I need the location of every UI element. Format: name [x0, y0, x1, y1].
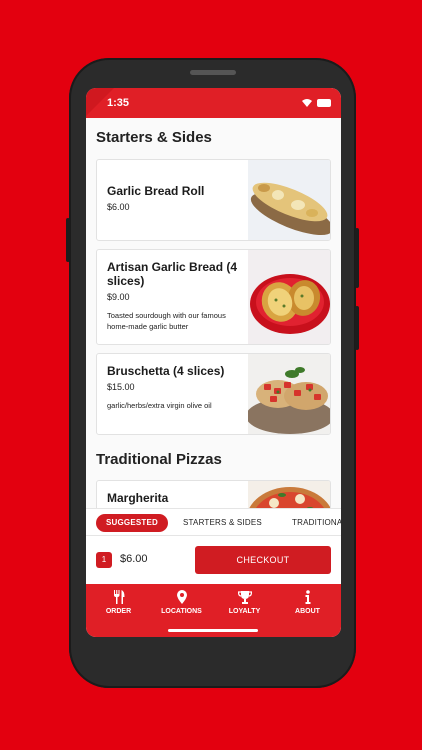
fork-knife-icon [113, 590, 124, 604]
phone-side-button [355, 228, 359, 288]
menu-item-image [246, 354, 330, 434]
tab-suggested[interactable]: SUGGESTED [96, 514, 169, 532]
nav-label: LOCATIONS [161, 608, 202, 615]
home-indicator[interactable] [168, 629, 258, 632]
cart-bar: 1 $6.00 CHECKOUT [86, 536, 341, 584]
menu-item-info: Bruschetta (4 slices) $15.00 garlic/herb… [107, 364, 242, 411]
menu-item-image [248, 250, 330, 344]
battery-icon [317, 98, 331, 107]
tab-starters-and-sides[interactable]: STARTERS & SIDES [183, 514, 262, 532]
menu-item-card[interactable]: Bruschetta (4 slices) $15.00 garlic/herb… [96, 353, 331, 435]
nav-label: LOYALTY [228, 608, 261, 615]
menu-item-card[interactable]: Margherita [96, 480, 331, 508]
trophy-icon [237, 591, 252, 604]
menu-item-name: Bruschetta (4 slices) [107, 364, 225, 378]
nav-item-about[interactable]: ABOUT [276, 590, 339, 615]
tab-traditional-pizzas[interactable]: TRADITIONAL PIZZAS [292, 514, 341, 532]
menu-item-name: Margherita [107, 491, 169, 505]
phone-side-button [355, 306, 359, 350]
cart-total: $6.00 [120, 553, 148, 565]
menu-item-info: Margherita [107, 491, 242, 505]
bruschetta-image [246, 354, 330, 434]
artisan-garlic-bread-image [248, 250, 330, 344]
category-tabs: SUGGESTED STARTERS & SIDES TRADITIONAL P… [86, 508, 341, 536]
menu-item-card[interactable]: Garlic Bread Roll $6.00 [96, 159, 331, 241]
margherita-pizza-image [248, 481, 330, 508]
menu-item-price: $15.00 [107, 382, 135, 392]
menu-item-info: Garlic Bread Roll $6.00 [107, 184, 242, 212]
nav-item-loyalty[interactable]: LOYALTY [213, 590, 276, 615]
info-icon [305, 590, 310, 604]
nav-item-locations[interactable]: LOCATIONS [150, 590, 213, 615]
status-bar: 1:35 [86, 88, 341, 118]
menu-item-price: $9.00 [107, 292, 130, 302]
menu-item-image [248, 481, 330, 508]
bottom-navigation: ORDER LOCATIONS LOYALTY ABOUT [86, 584, 341, 637]
section-title-starters: Starters & Sides [96, 129, 212, 146]
garlic-bread-roll-image [248, 160, 330, 240]
menu-item-description: Toasted sourdough with our famous home-m… [107, 311, 226, 331]
cart-quantity-badge: 1 [96, 552, 112, 568]
checkout-button[interactable]: CHECKOUT [195, 546, 331, 574]
nav-label: ABOUT [295, 608, 320, 615]
section-title-pizzas: Traditional Pizzas [96, 451, 222, 468]
map-pin-icon [176, 590, 187, 604]
app-screen: 1:35 Starters & Sides Garlic Bread Roll … [86, 88, 341, 637]
status-icons [302, 97, 331, 107]
nav-item-order[interactable]: ORDER [87, 590, 150, 615]
nav-label: ORDER [105, 608, 132, 615]
wifi-icon [302, 98, 313, 107]
phone-side-button [66, 218, 70, 262]
menu-item-image [248, 160, 330, 240]
menu-item-name: Garlic Bread Roll [107, 184, 205, 198]
phone-speaker [190, 70, 236, 75]
menu-item-price: $6.00 [107, 202, 130, 212]
status-time: 1:35 [107, 97, 130, 109]
menu-item-card[interactable]: Artisan Garlic Bread (4 slices) $9.00 To… [96, 249, 331, 345]
menu-list[interactable]: Starters & Sides Garlic Bread Roll $6.00 [86, 118, 341, 508]
menu-item-description: garlic/herbs/extra virgin olive oil [107, 401, 212, 410]
menu-item-info: Artisan Garlic Bread (4 slices) $9.00 To… [107, 260, 242, 332]
menu-item-name: Artisan Garlic Bread (4 slices) [107, 260, 238, 288]
